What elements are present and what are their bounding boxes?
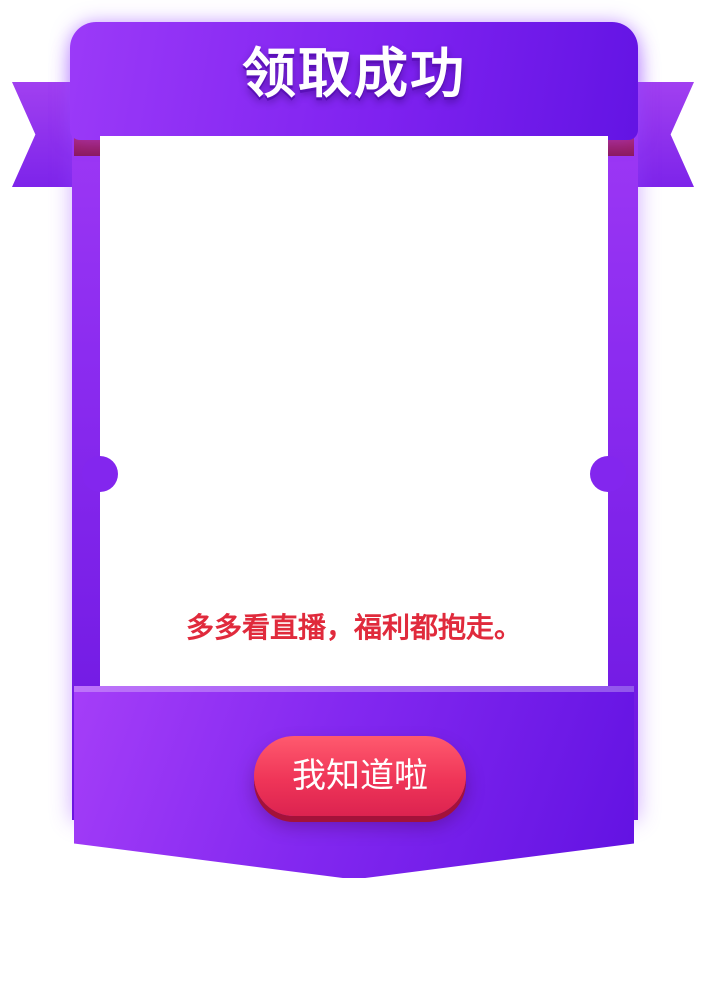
reward-message: 多多看直播，福利都抱走。	[185, 611, 522, 644]
close-area[interactable]	[334, 906, 374, 966]
reward-success-dialog: 领取成功 多多看直播，福利都抱走。 我知道啦	[0, 0, 708, 900]
footer-highlight	[74, 686, 634, 692]
ticket-notch-right	[590, 456, 626, 492]
ticket-notch-left	[82, 456, 118, 492]
confirm-button[interactable]: 我知道啦	[254, 736, 466, 816]
dialog-title: 领取成功	[242, 42, 466, 105]
